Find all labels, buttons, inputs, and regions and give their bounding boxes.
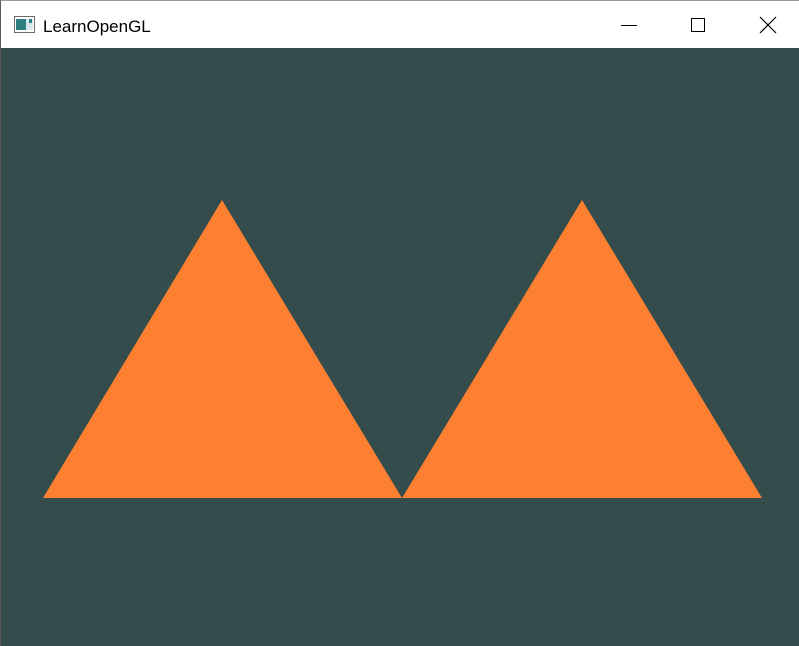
clear-background	[1, 48, 799, 646]
minimize-button[interactable]	[606, 1, 652, 48]
close-icon	[759, 16, 777, 33]
opengl-viewport[interactable]	[1, 48, 799, 646]
close-button[interactable]	[745, 1, 791, 48]
title-bar[interactable]: LearnOpenGL	[1, 1, 799, 48]
app-window: LearnOpenGL	[0, 0, 799, 646]
window-title: LearnOpenGL	[43, 17, 151, 36]
render-canvas	[1, 48, 799, 646]
maximize-icon	[691, 17, 705, 32]
opengl-app-icon	[14, 16, 35, 33]
minimize-icon	[621, 24, 637, 26]
maximize-button[interactable]	[675, 1, 721, 48]
